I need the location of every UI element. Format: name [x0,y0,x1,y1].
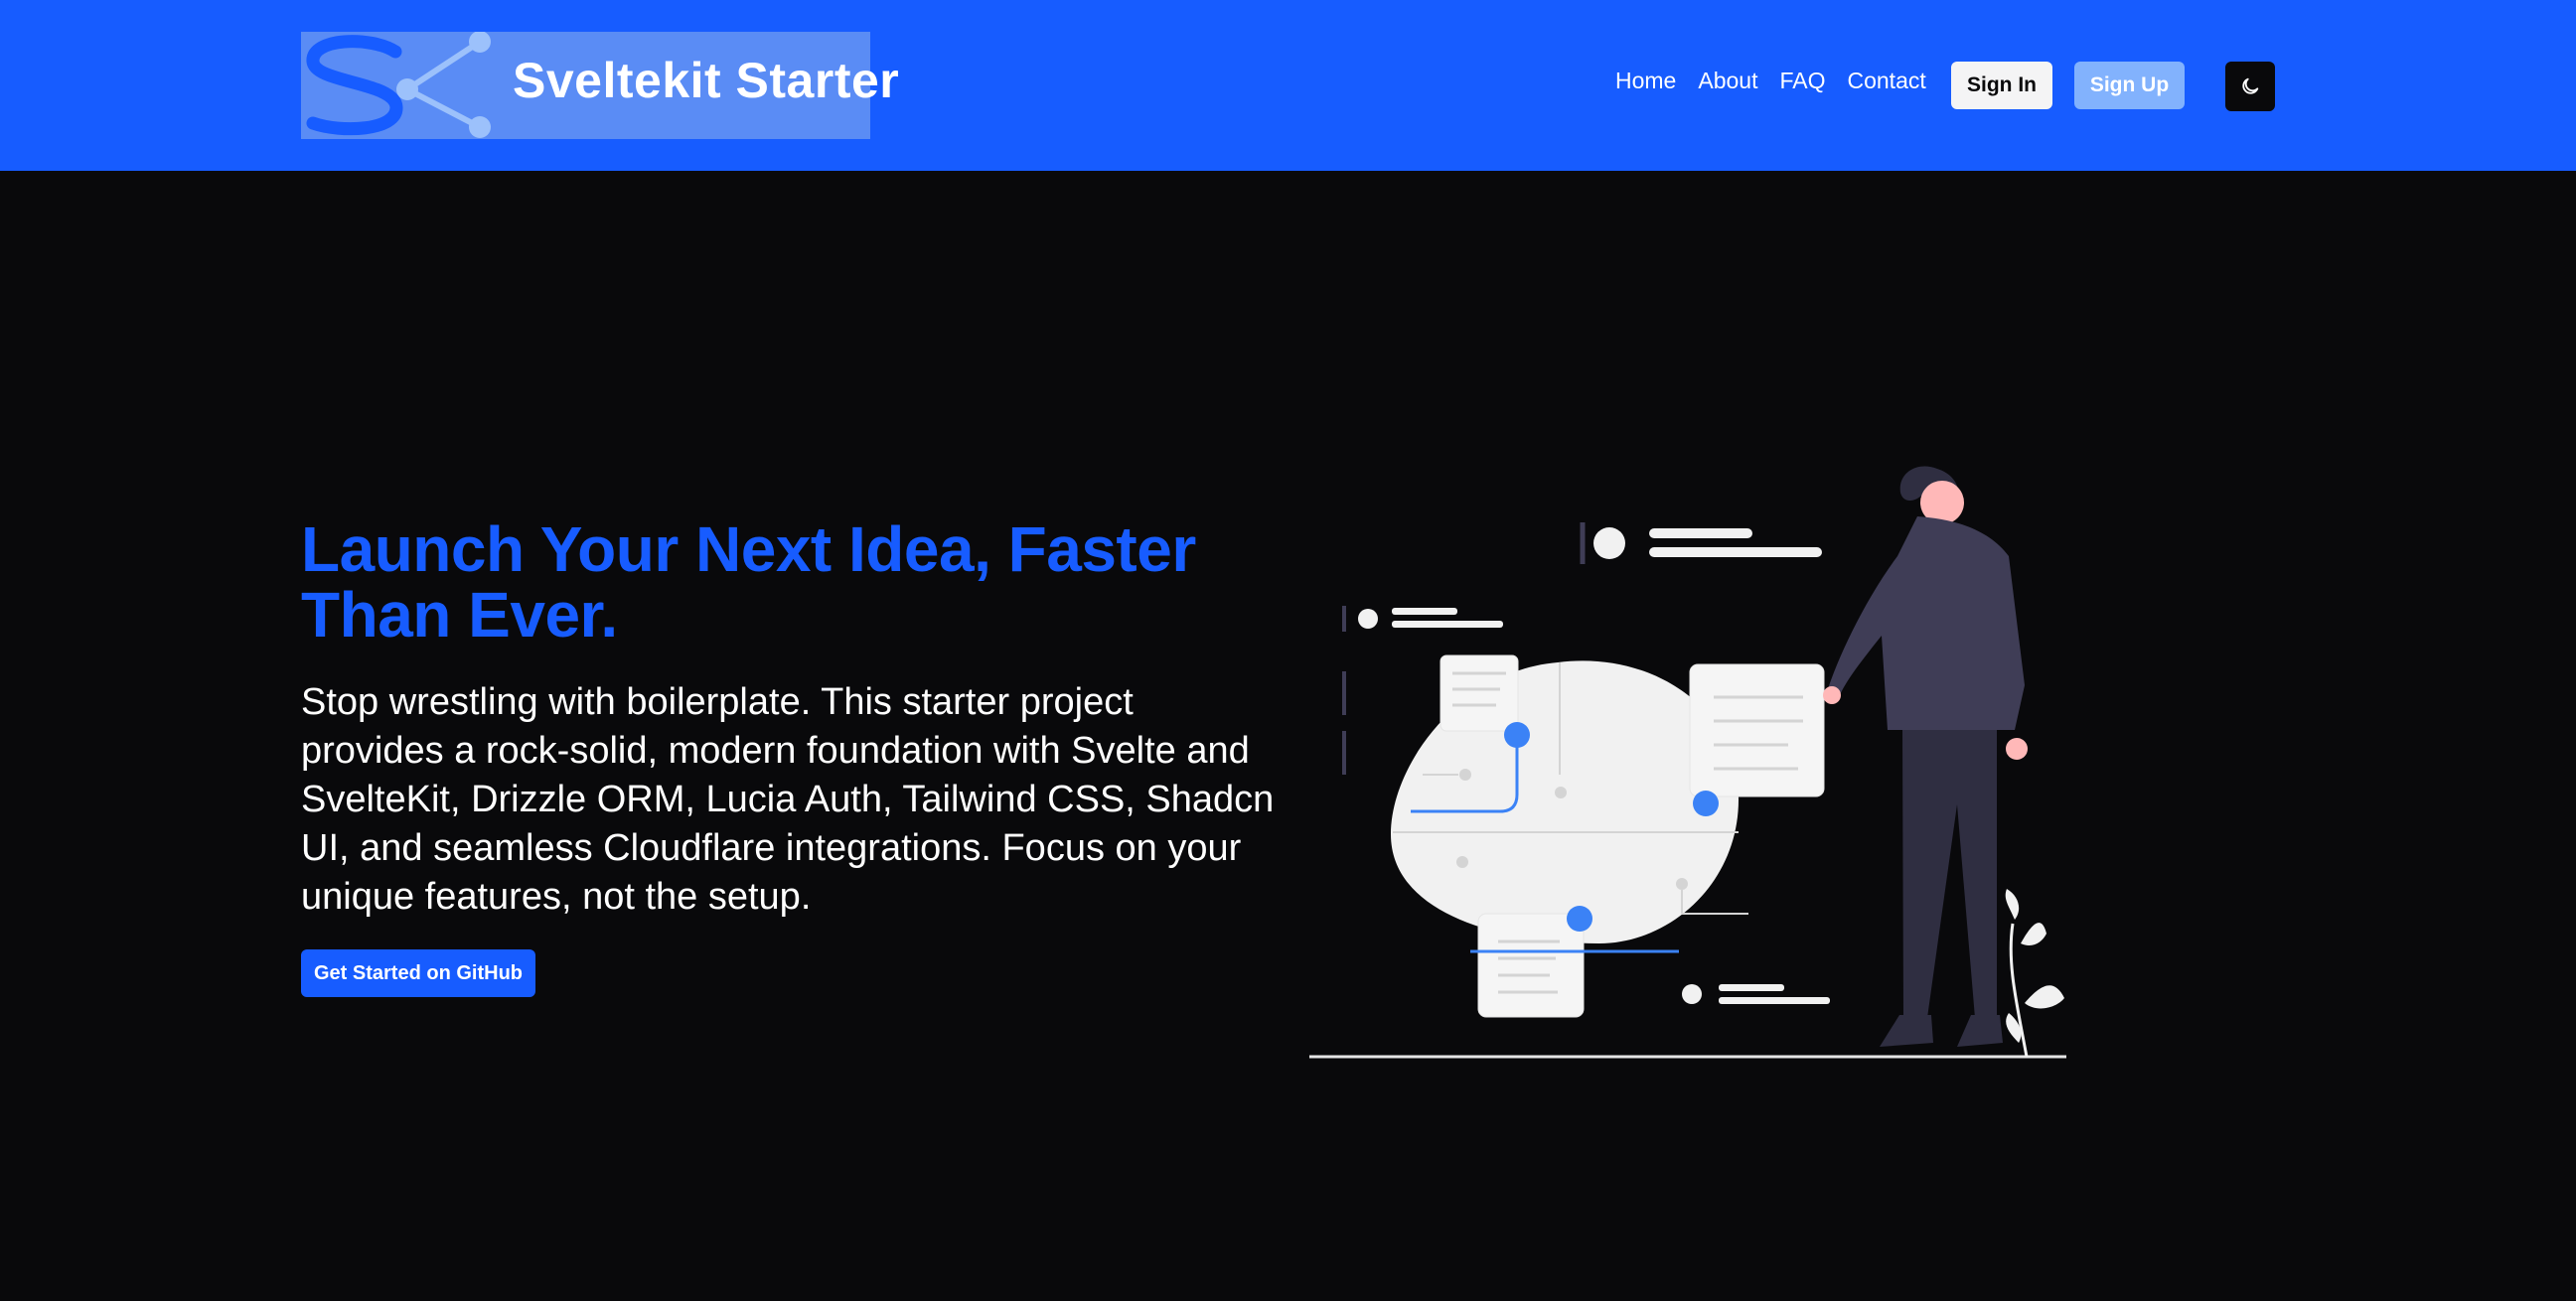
theme-toggle-button[interactable] [2225,62,2275,111]
main-nav: Home About FAQ Contact [1615,68,1948,94]
nav-home-link[interactable]: Home [1615,68,1676,94]
nav-about-link[interactable]: About [1698,68,1757,94]
site-header: Sveltekit Starter Home About FAQ Contact… [0,0,2576,171]
person-figure [1823,466,2028,1047]
moon-icon [2242,77,2259,94]
logo-mark-icon [306,32,491,138]
brand-logo[interactable]: Sveltekit Starter [301,32,899,139]
get-started-github-button[interactable]: Get Started on GitHub [301,949,535,997]
hero-description: Stop wrestling with boilerplate. This st… [301,681,1275,918]
brand-name: Sveltekit Starter [513,53,900,108]
card-right [1689,663,1825,797]
card-top-left [1440,654,1519,732]
nav-contact-link[interactable]: Contact [1847,68,1925,94]
hero-illustration [1309,466,2066,1059]
card-bottom [1477,913,1585,1018]
sign-up-button[interactable]: Sign Up [2074,62,2185,109]
hero-title: Launch Your Next Idea, Faster Than Ever. [301,513,1196,650]
plant-figure [2005,889,2064,1058]
nav-faq-link[interactable]: FAQ [1779,68,1825,94]
sign-in-button[interactable]: Sign In [1951,62,2052,109]
